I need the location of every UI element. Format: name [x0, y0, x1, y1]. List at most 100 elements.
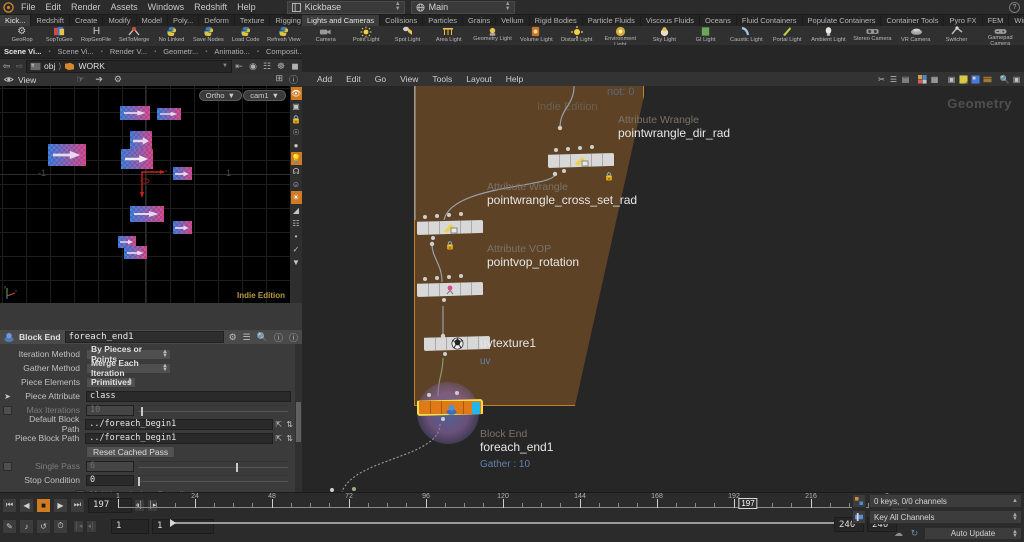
- node-input-dot[interactable]: [590, 145, 594, 149]
- param-field-max-iterations[interactable]: 10: [86, 404, 134, 416]
- shelf-tool-loadcode[interactable]: Load Code: [227, 26, 264, 47]
- shelf-tab-fem[interactable]: FEM: [983, 15, 1010, 26]
- shelf-tab-container-tools[interactable]: Container Tools: [881, 15, 945, 26]
- param-field-piece-attribute[interactable]: class: [86, 390, 291, 402]
- tool-icon[interactable]: ✂: [876, 74, 887, 85]
- pane-tab-close-icon[interactable]: ▪: [202, 49, 210, 55]
- light-display-icon[interactable]: 💡: [290, 152, 302, 165]
- shelf-tool-camera[interactable]: Camera: [305, 26, 346, 47]
- help-icon[interactable]: ⓘ: [288, 331, 299, 344]
- render-flag[interactable]: [472, 402, 480, 415]
- shelf-tab-oceans[interactable]: Oceans: [700, 15, 737, 26]
- shelf-tab-pyro-fx[interactable]: Pyro FX: [944, 15, 983, 26]
- shelf-tab-collisions[interactable]: Collisions: [380, 15, 424, 26]
- shelf-tab-lights-cameras[interactable]: Lights and Cameras: [302, 15, 381, 26]
- menu-edit[interactable]: Edit: [41, 0, 67, 14]
- node-input-dot[interactable]: [459, 274, 463, 278]
- menu-redshift[interactable]: Redshift: [189, 0, 232, 14]
- shelf-tool-spot-light[interactable]: Spot Light: [387, 26, 428, 47]
- stop-button[interactable]: ■: [36, 497, 51, 513]
- filter-icon[interactable]: ▼: [291, 256, 302, 269]
- audio-icon[interactable]: ♪: [19, 518, 34, 534]
- key-icon[interactable]: ✎: [2, 518, 17, 534]
- key-mode-icon[interactable]: [852, 510, 866, 524]
- node-input-dot[interactable]: [447, 275, 451, 279]
- node-body[interactable]: [417, 282, 483, 297]
- shelf-tool-stereo-camera[interactable]: Stereo Camera: [849, 26, 896, 47]
- range-end-stepper[interactable]: ◂│: [86, 519, 97, 533]
- snapshot-icon[interactable]: ▣: [1011, 74, 1022, 85]
- view-layout-icon[interactable]: ⊞: [275, 73, 283, 86]
- network-box-icon[interactable]: ▣: [946, 74, 957, 85]
- param-menu-piece-elements[interactable]: Primitives ▲ ▼: [86, 376, 136, 388]
- pane-tab-close-icon[interactable]: ▪: [151, 49, 159, 55]
- keys-status-box[interactable]: 0 keys, 0/0 channels ▲: [869, 494, 1022, 508]
- param-field-single-pass[interactable]: 6: [86, 460, 134, 472]
- list-icon[interactable]: ☰: [888, 74, 899, 85]
- network-menu-go[interactable]: Go: [368, 74, 393, 84]
- menu-help[interactable]: Help: [232, 0, 261, 14]
- shelf-tool-point-light[interactable]: Point Light: [346, 26, 387, 47]
- shelf-tool-ambient-light[interactable]: Ambient Light: [808, 26, 849, 47]
- param-node-name-field[interactable]: foreach_end1: [64, 331, 224, 343]
- select-geometry-icon[interactable]: ➔: [95, 74, 103, 85]
- snapshot-icon[interactable]: ▣: [291, 100, 302, 113]
- jump-to-end-button[interactable]: ⏭: [70, 497, 85, 513]
- shelf-tool-georop[interactable]: ⚙ GeoRop: [3, 26, 40, 47]
- shelf-tab-redshift[interactable]: Redshift: [31, 15, 70, 26]
- node-jump-icon[interactable]: ⇅: [284, 434, 295, 443]
- node-input-dot[interactable]: [455, 391, 459, 395]
- path-dropdown-icon[interactable]: ▼: [222, 63, 228, 69]
- keys-status-icon[interactable]: [852, 494, 866, 508]
- view-copy-icon[interactable]: ☷: [260, 61, 274, 72]
- node-input-dot[interactable]: [423, 215, 427, 219]
- shelf-tool-vr-camera[interactable]: VR Camera: [896, 26, 937, 47]
- forward-arrow-icon[interactable]: ⇨: [13, 61, 26, 72]
- param-menu-gather-method[interactable]: Merge Each Iteration ▲ ▼: [86, 358, 171, 378]
- view-display-icon[interactable]: 👁: [290, 87, 302, 100]
- auto-update-box[interactable]: Auto Update ▲ ▼: [924, 527, 1022, 540]
- node-input-dot[interactable]: [578, 146, 582, 150]
- playhead[interactable]: 197: [738, 498, 758, 509]
- lock-icon[interactable]: 🔒: [291, 113, 302, 126]
- maximize-viewport-icon[interactable]: ◼: [288, 61, 302, 72]
- node-input-dot[interactable]: [566, 147, 570, 151]
- display-options-icon[interactable]: ☷: [291, 217, 302, 230]
- viewport-path-field[interactable]: obj ⟩ WORK ▼: [26, 59, 232, 73]
- colorpalette-icon[interactable]: [917, 74, 928, 85]
- network-menu-edit[interactable]: Edit: [339, 74, 368, 84]
- panel-icon[interactable]: ▤: [900, 74, 911, 85]
- param-field-stop-condition[interactable]: 0: [86, 474, 134, 486]
- target-icon[interactable]: ◉: [246, 61, 260, 72]
- param-slider-stop-condition[interactable]: [138, 474, 288, 486]
- shelf-tool-environment-light[interactable]: Environment Light: [597, 26, 644, 47]
- range-start-field[interactable]: 1: [111, 518, 149, 534]
- shelf-tool-gi-light[interactable]: GI Light: [685, 26, 726, 47]
- network-menu-layout[interactable]: Layout: [459, 74, 499, 84]
- node-input-dot[interactable]: [435, 214, 439, 218]
- viewport-canvas[interactable]: -1 1 x Ortho ▼ cam1 ▼ y x Indie Edition: [0, 86, 290, 303]
- play-button[interactable]: ▶: [53, 497, 68, 513]
- pane-selector[interactable]: Main ▲ ▼: [410, 0, 515, 14]
- node-input-dot[interactable]: [435, 276, 439, 280]
- point-size-icon[interactable]: •: [291, 230, 302, 243]
- viewport-projection-button[interactable]: Ortho ▼: [198, 90, 242, 101]
- shelf-tool-volume-light[interactable]: Volume Light: [516, 26, 557, 47]
- point-display-icon[interactable]: ☉: [291, 126, 302, 139]
- sticky-note-icon[interactable]: [958, 74, 969, 85]
- shelf-tab-particles[interactable]: Particles: [423, 15, 463, 26]
- viewport-help-icon[interactable]: ⓘ: [289, 73, 298, 86]
- shelf-tool-settomerge[interactable]: SetToMerge: [115, 26, 152, 47]
- info-icon[interactable]: ⓘ: [273, 331, 284, 344]
- menu-render[interactable]: Render: [66, 0, 106, 14]
- view-paste-icon[interactable]: ☸: [274, 61, 288, 72]
- pane-tab-render-view[interactable]: Render V...: [106, 46, 151, 58]
- node-input-dot[interactable]: [554, 148, 558, 152]
- pane-tab-scene-view-1[interactable]: Scene Vi...: [0, 46, 45, 58]
- reset-cached-pass-button[interactable]: Reset Cached Pass: [86, 446, 176, 458]
- shelf-tool-sky-light[interactable]: Sky Light: [644, 26, 685, 47]
- shelf-tool-savenodes[interactable]: Save Nodes: [190, 26, 227, 47]
- pane-tab-close-icon[interactable]: ▪: [254, 49, 262, 55]
- param-checkbox-single-pass[interactable]: [3, 461, 12, 471]
- search-icon[interactable]: 🔍: [256, 332, 269, 343]
